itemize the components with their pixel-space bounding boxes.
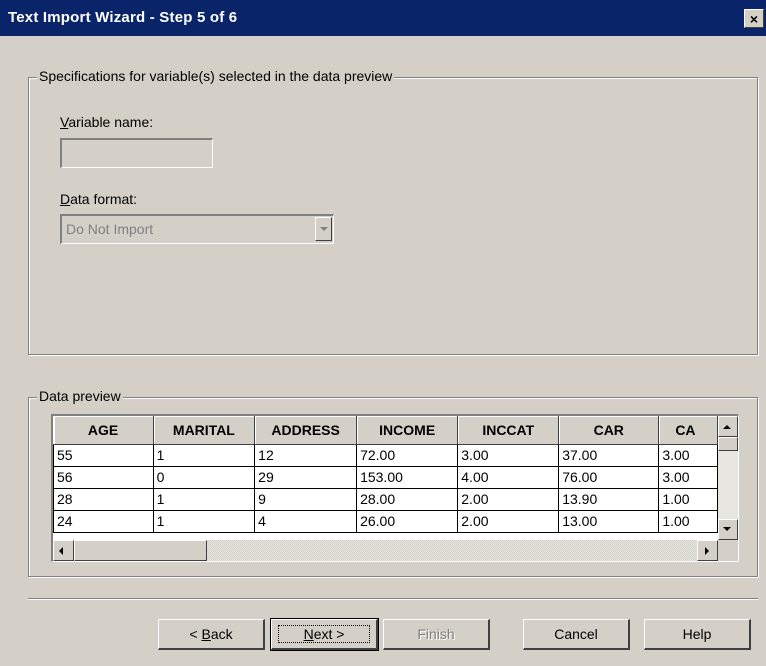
table-row: 28 1 9 28.00 2.00 13.90 1.00 (53, 487, 718, 511)
data-format-accel: D (60, 191, 71, 207)
preview-table: AGE MARITAL ADDRESS INCOME INCCAT CAR CA… (53, 416, 718, 533)
arrow-up-icon (723, 425, 731, 429)
table-cell[interactable]: 29 (254, 465, 358, 489)
data-format-label-text: ata format: (70, 191, 138, 207)
next-label: ext > (313, 626, 345, 642)
data-preview-grid[interactable]: AGE MARITAL ADDRESS INCOME INCCAT CAR CA… (51, 414, 739, 562)
vertical-scroll-thumb[interactable] (718, 437, 738, 451)
table-cell[interactable]: 1.00 (658, 487, 718, 511)
table-cell[interactable]: 12 (254, 443, 358, 467)
arrow-right-icon (705, 547, 709, 555)
help-label: Help (682, 626, 712, 642)
arrow-left-icon (59, 547, 63, 555)
table-cell[interactable]: 3.00 (658, 443, 718, 467)
horizontal-scroll-thumb[interactable] (74, 540, 207, 561)
table-cell[interactable]: 28.00 (356, 487, 459, 511)
cancel-button[interactable]: Cancel (523, 619, 630, 650)
table-row: 24 1 4 26.00 2.00 13.00 1.00 (53, 509, 718, 533)
table-cell[interactable]: 153.00 (356, 465, 459, 489)
column-header[interactable]: ADDRESS (254, 416, 358, 445)
scroll-left-button[interactable] (53, 540, 74, 561)
table-row: 56 0 29 153.00 4.00 76.00 3.00 (53, 465, 718, 489)
close-icon: × (749, 11, 759, 27)
column-header[interactable]: MARITAL (153, 416, 256, 445)
header-row: AGE MARITAL ADDRESS INCOME INCCAT CAR CA (53, 416, 718, 445)
title-bar: Text Import Wizard - Step 5 of 6 × (0, 0, 766, 36)
column-header[interactable]: INCCAT (457, 416, 560, 445)
table-cell[interactable]: 24 (53, 509, 154, 533)
table-cell[interactable]: 0 (152, 465, 256, 489)
grid-viewport: AGE MARITAL ADDRESS INCOME INCCAT CAR CA… (53, 416, 718, 540)
table-row: 55 1 12 72.00 3.00 37.00 3.00 (53, 443, 718, 467)
help-button[interactable]: Help (644, 619, 751, 650)
variable-name-label: Variable name: (60, 114, 153, 130)
table-cell[interactable]: 28 (53, 487, 154, 511)
table-cell[interactable]: 55 (53, 443, 154, 467)
data-preview-legend: Data preview (37, 388, 123, 404)
table-cell[interactable]: 1.00 (658, 509, 718, 533)
back-label: ack (210, 626, 233, 642)
table-cell[interactable]: 76.00 (558, 465, 660, 489)
column-header[interactable]: CAR (558, 416, 660, 445)
separator-line (28, 598, 758, 600)
close-button[interactable]: × (744, 9, 764, 28)
table-cell[interactable]: 13.90 (558, 487, 660, 511)
table-cell[interactable]: 9 (254, 487, 358, 511)
table-cell[interactable]: 3.00 (457, 443, 560, 467)
table-cell[interactable]: 72.00 (356, 443, 459, 467)
back-accel: B (201, 626, 211, 642)
scroll-up-button[interactable] (718, 416, 738, 437)
next-accel: N (303, 626, 314, 642)
data-format-dropdown[interactable]: Do Not Import (60, 214, 334, 244)
next-button[interactable]: Next > (270, 618, 379, 651)
cancel-label: Cancel (554, 626, 598, 642)
vertical-scrollbar[interactable] (718, 416, 738, 540)
column-header[interactable]: AGE (53, 416, 154, 445)
back-button[interactable]: < Back (158, 619, 265, 650)
table-cell[interactable]: 4.00 (457, 465, 560, 489)
back-prefix: < (189, 626, 202, 642)
column-header[interactable]: CA (658, 416, 718, 445)
horizontal-scrollbar[interactable] (53, 540, 718, 561)
scrollbar-corner (718, 540, 738, 561)
table-cell[interactable]: 1 (152, 509, 256, 533)
table-cell[interactable]: 56 (53, 465, 154, 489)
column-header[interactable]: INCOME (356, 416, 459, 445)
variable-name-label-text: ariable name: (68, 114, 154, 130)
variable-name-field[interactable] (60, 138, 213, 168)
scroll-right-button[interactable] (697, 540, 718, 561)
data-format-label: Data format: (60, 191, 137, 207)
table-cell[interactable]: 1 (152, 487, 256, 511)
table-cell[interactable]: 1 (152, 443, 256, 467)
table-cell[interactable]: 3.00 (658, 465, 718, 489)
finish-button[interactable]: Finish (383, 619, 490, 650)
data-format-value: Do Not Import (66, 221, 154, 237)
data-format-dropdown-button[interactable] (315, 217, 332, 241)
window-title: Text Import Wizard - Step 5 of 6 (8, 9, 238, 26)
finish-label: Finish (417, 626, 455, 642)
table-cell[interactable]: 2.00 (457, 487, 560, 511)
table-cell[interactable]: 13.00 (558, 509, 660, 533)
table-cell[interactable]: 37.00 (558, 443, 660, 467)
table-cell[interactable]: 26.00 (356, 509, 459, 533)
chevron-down-icon (320, 227, 328, 231)
table-cell[interactable]: 4 (254, 509, 358, 533)
scroll-down-button[interactable] (718, 519, 738, 540)
arrow-down-icon (723, 527, 731, 531)
table-cell[interactable]: 2.00 (457, 509, 560, 533)
specifications-legend: Specifications for variable(s) selected … (37, 68, 395, 84)
